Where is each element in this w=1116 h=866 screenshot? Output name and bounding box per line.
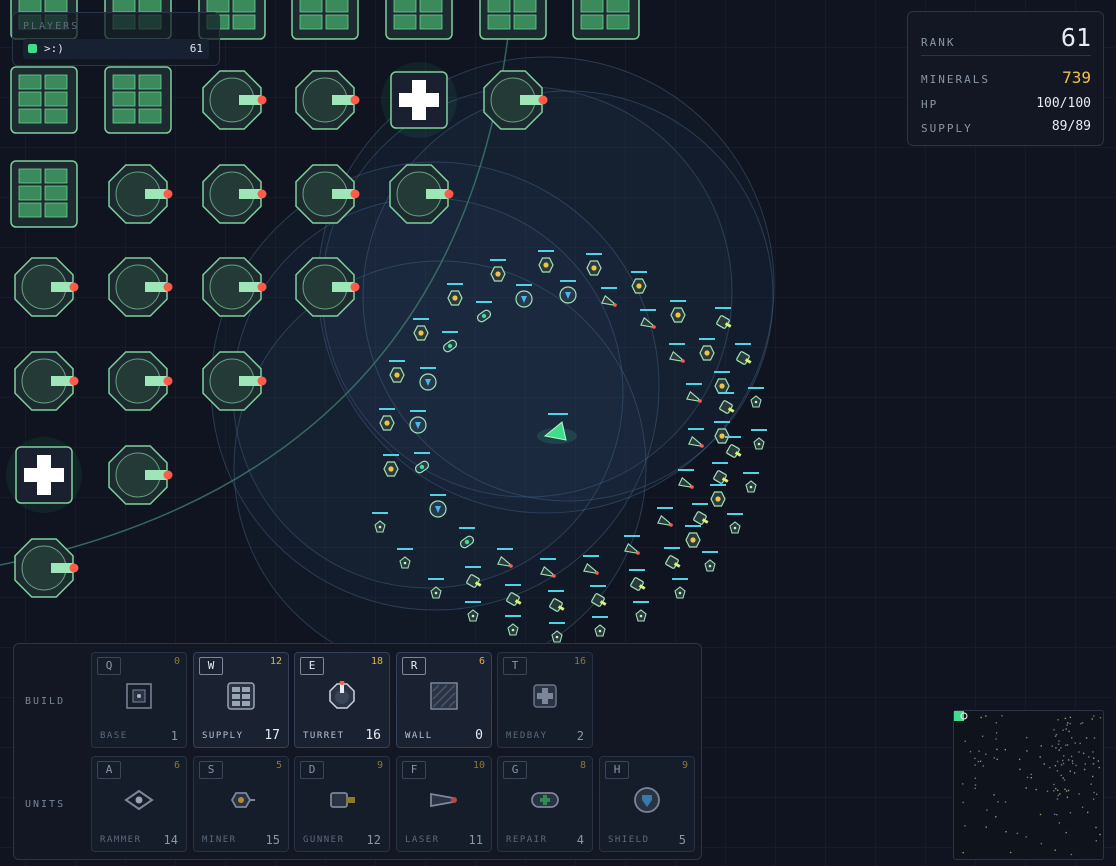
hp-value: 100/100 xyxy=(1036,96,1091,111)
card-count: 15 xyxy=(265,833,280,847)
supply-label: SUPPLY xyxy=(921,122,973,135)
hotkey-label: D xyxy=(300,761,324,779)
cost-label: 10 xyxy=(472,760,485,771)
player-color-swatch xyxy=(28,44,37,53)
card-repair[interactable]: G 8 REPAIR 4 xyxy=(497,756,593,852)
card-name: MEDBAY xyxy=(506,731,548,741)
shield-icon xyxy=(634,787,660,813)
card-name: GUNNER xyxy=(303,835,345,845)
minimap[interactable] xyxy=(953,710,1104,860)
stats-panel: RANK 61 MINERALS 739 HP 100/100 SUPPLY 8… xyxy=(907,11,1104,146)
card-turret[interactable]: E 18 TURRET 16 xyxy=(294,652,390,748)
units-row-label: UNITS xyxy=(25,799,66,810)
laser-icon xyxy=(430,792,457,808)
players-panel: PLAYERS >:) 61 xyxy=(12,12,220,66)
hotkey-label: F xyxy=(402,761,426,779)
wall-icon xyxy=(430,682,458,710)
build-row-label: BUILD xyxy=(25,696,66,707)
card-name: REPAIR xyxy=(506,835,548,845)
rank-label: RANK xyxy=(921,36,956,49)
hp-label: HP xyxy=(921,98,939,111)
cost-label: 16 xyxy=(573,656,586,667)
repair-icon xyxy=(531,792,559,808)
cost-label: 6 xyxy=(173,760,180,771)
supply-building[interactable] xyxy=(10,66,78,134)
card-gunner[interactable]: D 9 GUNNER 12 xyxy=(294,756,390,852)
hotkey-label: A xyxy=(97,761,121,779)
base-icon xyxy=(126,683,152,709)
card-name: SHIELD xyxy=(608,835,650,845)
miner-icon xyxy=(230,792,255,808)
hotkey-label: W xyxy=(199,657,223,675)
card-shield[interactable]: H 9 SHIELD 5 xyxy=(599,756,695,852)
hotkey-label: S xyxy=(199,761,223,779)
cost-label: 18 xyxy=(370,656,383,667)
supply-building[interactable] xyxy=(385,0,453,40)
gunner-icon xyxy=(330,792,355,808)
card-count: 12 xyxy=(366,833,381,847)
card-name: RAMMER xyxy=(100,835,142,845)
card-count: 5 xyxy=(678,833,686,847)
cost-label: 6 xyxy=(478,656,485,667)
card-count: 14 xyxy=(163,833,178,847)
hotkey-label: Q xyxy=(97,657,121,675)
card-supply[interactable]: W 12 SUPPLY 17 xyxy=(193,652,289,748)
minimap-player-base xyxy=(954,711,964,721)
minimap-canvas[interactable] xyxy=(954,711,1103,859)
hotkey-label: T xyxy=(503,657,527,675)
card-count: 1 xyxy=(170,729,178,743)
supply-value: 89/89 xyxy=(1051,119,1091,134)
medbay-building[interactable] xyxy=(6,437,82,513)
supply-building[interactable] xyxy=(572,0,640,40)
hotkey-label: E xyxy=(300,657,324,675)
card-medbay[interactable]: T 16 MEDBAY 2 xyxy=(497,652,593,748)
players-title: PLAYERS xyxy=(23,21,80,32)
rank-value: 61 xyxy=(1060,23,1091,52)
card-laser[interactable]: F 10 LASER 11 xyxy=(396,756,492,852)
medbay-building[interactable] xyxy=(381,62,457,138)
cost-label: 12 xyxy=(269,656,282,667)
card-count: 11 xyxy=(468,833,483,847)
commander-health-bar xyxy=(548,413,568,415)
turret-icon xyxy=(329,681,355,709)
supply-building[interactable] xyxy=(10,160,78,228)
card-name: WALL xyxy=(405,731,433,741)
card-count: 2 xyxy=(576,729,584,743)
cost-label: 9 xyxy=(681,760,688,771)
cost-label: 8 xyxy=(579,760,586,771)
player-score: 61 xyxy=(189,42,203,55)
card-name: MINER xyxy=(202,835,237,845)
hotkey-label: R xyxy=(402,657,426,675)
hotkey-label: H xyxy=(605,761,629,779)
supply-building[interactable] xyxy=(291,0,359,40)
cost-label: 5 xyxy=(275,760,282,771)
card-count: 17 xyxy=(264,728,280,743)
card-rammer[interactable]: A 6 RAMMER 14 xyxy=(91,756,187,852)
card-base[interactable]: Q 0 BASE 1 xyxy=(91,652,187,748)
card-name: TURRET xyxy=(303,731,345,741)
card-name: LASER xyxy=(405,835,440,845)
card-miner[interactable]: S 5 MINER 15 xyxy=(193,756,289,852)
supply-icon xyxy=(227,682,255,710)
stats-divider xyxy=(921,55,1091,56)
rammer-icon xyxy=(124,789,154,811)
card-name: BASE xyxy=(100,731,128,741)
card-name: SUPPLY xyxy=(202,731,244,741)
minerals-label: MINERALS xyxy=(921,73,990,86)
card-count: 0 xyxy=(475,728,483,743)
hotkey-label: G xyxy=(503,761,527,779)
cost-label: 9 xyxy=(376,760,383,771)
cost-label: 0 xyxy=(173,656,180,667)
build-hud: BUILD UNITS Q 0 BASE 1 W 12 SUPPLY 17 E 18 TURRET 1… xyxy=(13,643,702,860)
supply-building[interactable] xyxy=(104,66,172,134)
card-wall[interactable]: R 6 WALL 0 xyxy=(396,652,492,748)
medbay-icon xyxy=(533,684,557,708)
card-count: 4 xyxy=(576,833,584,847)
card-count: 16 xyxy=(365,728,381,743)
supply-building[interactable] xyxy=(479,0,547,40)
player-name: >:) xyxy=(44,42,64,55)
minerals-value: 739 xyxy=(1062,68,1091,87)
player-row[interactable]: >:) 61 xyxy=(23,39,209,59)
